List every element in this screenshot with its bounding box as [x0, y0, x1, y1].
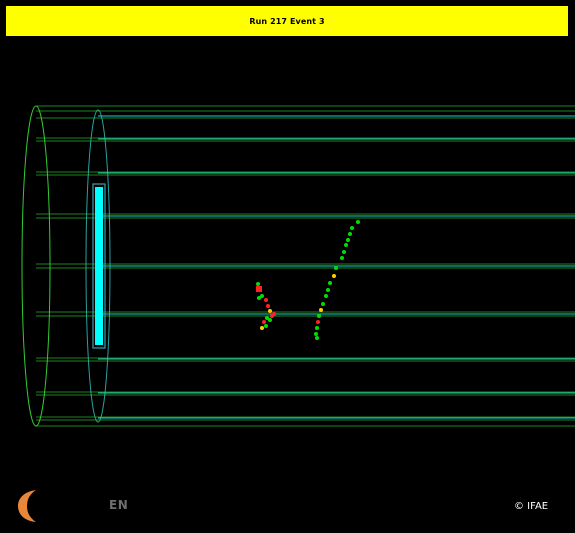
track-hit-point — [344, 243, 348, 247]
track-hit-point — [317, 314, 321, 318]
calorimeter-endcap-fill — [95, 187, 103, 345]
track-hit-point — [264, 324, 268, 328]
track-hit-point — [264, 298, 268, 302]
barrel-outer-ellipse — [21, 105, 51, 427]
track-hit-point — [315, 336, 319, 340]
ifae-crescent-logo-icon — [18, 490, 36, 522]
copyright-text: © IFAE — [514, 501, 549, 512]
track-hit-point — [260, 326, 264, 330]
track-hits — [256, 220, 360, 340]
track-hit-point — [332, 274, 336, 278]
track-hit-point — [346, 238, 350, 242]
track-hit-point — [348, 232, 352, 236]
language-label[interactable]: EN — [109, 498, 128, 512]
event-display-canvas[interactable] — [0, 0, 575, 533]
track-hit-point — [350, 226, 354, 230]
track-hit-point — [262, 320, 266, 324]
track-hit-point — [268, 309, 272, 313]
track-hit-point — [319, 308, 323, 312]
track-hit-point — [272, 312, 276, 316]
track-hit-point — [356, 220, 360, 224]
track-hit-point — [328, 281, 332, 285]
track-hit-point — [326, 288, 330, 292]
track-hit-point — [340, 256, 344, 260]
track-hit-point — [257, 296, 261, 300]
track-hit-point — [268, 318, 272, 322]
track-hit-point — [315, 326, 319, 330]
track-hit-point — [321, 302, 325, 306]
track-hit-point — [256, 282, 260, 286]
track-hit-point — [316, 320, 320, 324]
track-hit-point — [324, 294, 328, 298]
track-hit-point — [334, 266, 338, 270]
energy-deposit-marker — [256, 286, 262, 292]
track-hit-point — [342, 250, 346, 254]
track-hit-point — [314, 332, 318, 336]
track-hit-point — [266, 304, 270, 308]
